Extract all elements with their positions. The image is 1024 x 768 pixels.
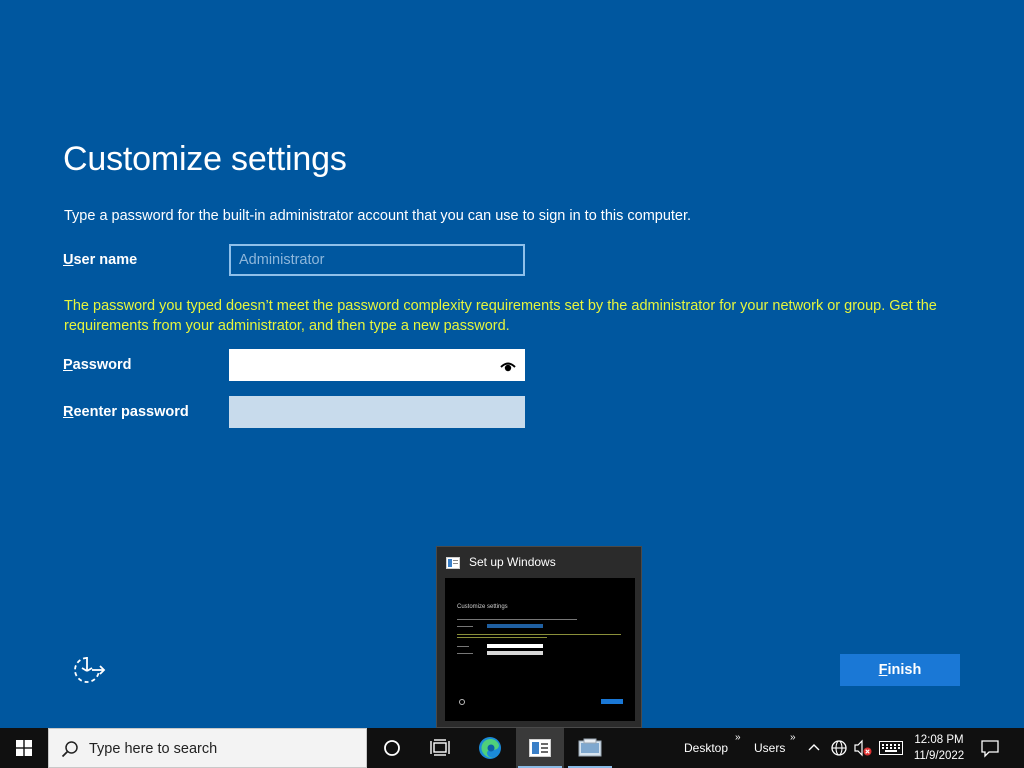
edge-button[interactable] [466,728,514,768]
password-label: Password [63,357,132,373]
task-view-icon [430,739,450,756]
password-field[interactable] [229,349,525,381]
taskbar: Type here to search Desktop » Users » 12… [0,728,1024,768]
preview-title: Customize settings [457,604,508,610]
taskbar-clock[interactable]: 12:08 PM 11/9/2022 [906,732,972,764]
cortana-icon [384,740,400,756]
edge-icon [479,737,501,759]
explorer-app-icon [578,738,602,757]
task-view-button[interactable] [416,728,464,768]
finish-button[interactable]: Finish [840,654,960,686]
preview-password-box [487,644,543,648]
taskbar-thumbnail-preview[interactable]: Set up Windows Customize settings [436,546,642,728]
thumbnail-preview-image: Customize settings [445,578,635,721]
preview-accessibility-icon [459,699,465,705]
preview-label-line [457,653,473,654]
page-description: Type a password for the built-in adminis… [64,208,692,224]
desktop-toolbar[interactable]: Desktop [684,741,728,755]
cortana-button[interactable] [368,728,416,768]
reenter-password-label: Reenter password [63,404,189,420]
page-title: Customize settings [63,140,347,178]
preview-warning-line [457,637,547,638]
desktop-toolbar-chevron[interactable]: » [735,732,741,743]
notification-icon[interactable] [980,738,1000,758]
username-label: User name [63,252,138,268]
windows-logo-icon [16,740,32,756]
setup-windows-taskbar-button[interactable] [516,728,564,768]
reenter-password-field[interactable] [229,396,525,428]
users-toolbar-chevron[interactable]: » [790,732,796,743]
start-button[interactable] [0,728,48,768]
accessibility-icon[interactable] [70,654,106,686]
tray-chevron-icon[interactable] [807,742,821,752]
keyboard-icon[interactable] [879,741,903,755]
preview-reenter-box [487,651,543,655]
volume-muted-icon[interactable] [853,739,873,757]
preview-warning-line [457,634,621,635]
setup-app-icon [446,557,460,569]
preview-username-box [487,624,543,628]
setup-app-icon [529,739,551,757]
reveal-password-icon[interactable] [500,359,516,373]
clock-date: 11/9/2022 [913,750,965,762]
search-icon [61,741,78,758]
thumbnail-title: Set up Windows [469,555,556,569]
network-icon[interactable] [830,739,848,757]
preview-label-line [457,646,469,647]
users-toolbar[interactable]: Users [754,741,785,755]
username-field[interactable]: Administrator [229,244,525,276]
preview-finish-button [601,699,623,704]
preview-text-line [457,619,577,620]
preview-label-line [457,626,473,627]
search-placeholder: Type here to search [89,741,218,757]
taskbar-search-box[interactable]: Type here to search [48,728,367,768]
clock-time: 12:08 PM [914,734,964,746]
password-warning-text: The password you typed doesn’t meet the … [64,298,937,334]
explorer-taskbar-button[interactable] [566,728,614,768]
